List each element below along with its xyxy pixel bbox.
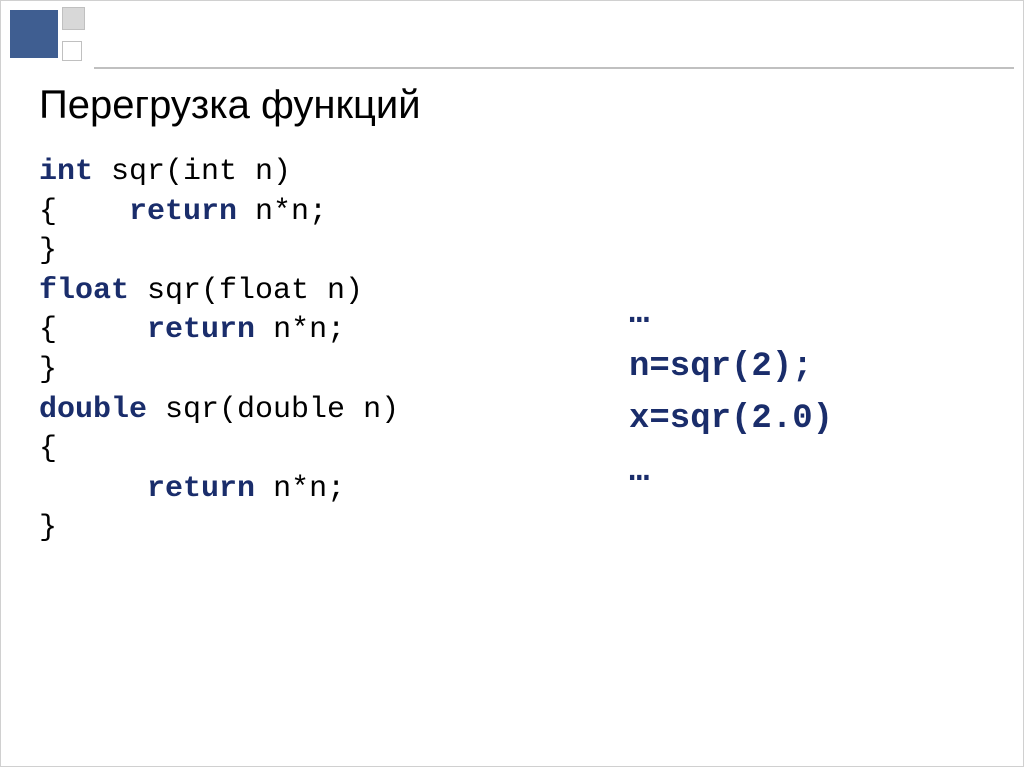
slide: Перегрузка функций int sqr(int n) { retu…	[0, 0, 1024, 767]
keyword: double	[39, 393, 147, 427]
code-line: int sqr(int n)	[39, 153, 629, 193]
keyword: int	[39, 155, 93, 189]
code-line: }	[39, 232, 629, 272]
code-text: sqr(float n)	[129, 274, 363, 308]
code-line: }	[39, 351, 629, 391]
keyword: float	[39, 274, 129, 308]
code-text: {	[39, 313, 147, 347]
code-line: { return n*n;	[39, 311, 629, 351]
code-line: }	[39, 509, 629, 549]
code-text: n*n;	[237, 195, 327, 229]
code-text: n*n;	[255, 472, 345, 506]
code-line: { return n*n;	[39, 193, 629, 233]
decoration-square-large	[10, 10, 58, 58]
code-line: …	[629, 446, 985, 499]
slide-title: Перегрузка функций	[39, 83, 421, 128]
keyword: return	[147, 313, 255, 347]
code-text: n*n;	[255, 313, 345, 347]
code-line: {	[39, 430, 629, 470]
code-line: double sqr(double n)	[39, 391, 629, 431]
keyword: return	[129, 195, 237, 229]
code-line: float sqr(float n)	[39, 272, 629, 312]
slide-content: int sqr(int n) { return n*n; } float sqr…	[39, 153, 985, 549]
decoration-square-gray	[62, 7, 85, 30]
code-text: sqr(int n)	[93, 155, 291, 189]
keyword: return	[147, 472, 255, 506]
code-text	[39, 472, 147, 506]
code-line: x=sqr(2.0)	[629, 393, 985, 446]
code-line: n=sqr(2);	[629, 341, 985, 394]
code-block-right: … n=sqr(2); x=sqr(2.0) …	[629, 153, 985, 549]
code-text: sqr(double n)	[147, 393, 399, 427]
code-line: return n*n;	[39, 470, 629, 510]
decoration-square-outline	[62, 41, 82, 61]
divider-line	[94, 67, 1014, 69]
code-block-left: int sqr(int n) { return n*n; } float sqr…	[39, 153, 629, 549]
code-text: {	[39, 195, 129, 229]
code-line: …	[629, 288, 985, 341]
